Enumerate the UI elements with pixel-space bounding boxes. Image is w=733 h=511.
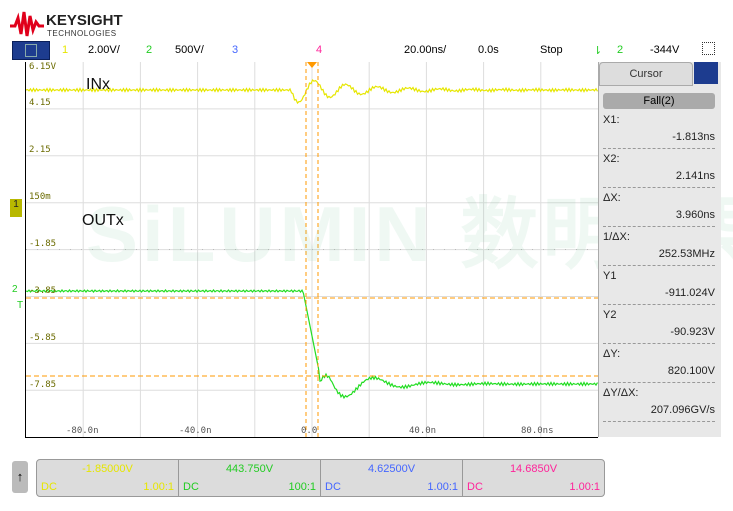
divider xyxy=(603,265,715,266)
ch1-scale[interactable]: 2.00V/ xyxy=(88,44,120,56)
expand-button[interactable]: ↑ xyxy=(12,461,28,493)
y-label: -3.85 xyxy=(29,286,57,296)
delay[interactable]: 0.0s xyxy=(478,44,499,56)
x-label: -80.0n xyxy=(66,426,99,436)
y-label: -7.85 xyxy=(29,380,57,390)
cursor-label: Y1 xyxy=(603,270,617,282)
divider xyxy=(603,187,715,188)
trigger-level-marker[interactable]: T xyxy=(17,300,23,311)
y-label: 2.15 xyxy=(29,145,51,155)
tab-cursor[interactable]: Cursor xyxy=(599,62,693,86)
cursor-mode-button[interactable]: Fall(2) xyxy=(603,93,715,109)
divider xyxy=(603,148,715,149)
x-label: -40.0n xyxy=(179,426,212,436)
run-state[interactable]: Stop xyxy=(540,44,563,56)
ch4-probe: 1.00:1 xyxy=(569,481,600,493)
divider xyxy=(603,382,715,383)
cursor-value: 252.53MHz xyxy=(658,248,715,260)
ch2-button[interactable]: 2 xyxy=(146,44,152,56)
tab-menu[interactable] xyxy=(694,62,718,84)
ch4-button[interactable]: 4 xyxy=(316,44,322,56)
y-label: -1.85 xyxy=(29,239,57,249)
zoom-select-icon[interactable] xyxy=(702,42,715,55)
ch1-offset: -1.85000V xyxy=(82,463,133,475)
cursor-label: Y2 xyxy=(603,309,617,321)
ch4-coupling: DC xyxy=(467,481,483,493)
trigger-level[interactable]: -344V xyxy=(650,44,679,56)
ch3-info[interactable]: 4.62500V DC 1.00:1 xyxy=(321,460,463,496)
divider xyxy=(603,343,715,344)
ch1-info[interactable]: -1.85000V DC 1.00:1 xyxy=(37,460,179,496)
cursor-label: 1/ΔX: xyxy=(603,231,630,243)
trigger-edge-icon: ⇂ xyxy=(593,45,603,57)
status-bar: 1 2.00V/ 2 500V/ 3 4 20.00ns/ 0.0s Stop … xyxy=(0,40,733,60)
waveform-display[interactable]: SiLUMIN 数明半导体 6.15V 4.15 2.15 150m -1.85… xyxy=(25,62,733,438)
cursor-value: 3.960ns xyxy=(675,209,715,221)
cursor-value: -90.923V xyxy=(670,326,715,338)
ch4-info[interactable]: 14.6850V DC 1.00:1 xyxy=(463,460,604,496)
cursor-value: -1.813ns xyxy=(672,131,715,143)
divider xyxy=(603,421,715,422)
arrow-up-icon: ↑ xyxy=(16,469,24,484)
ch3-button[interactable]: 3 xyxy=(232,44,238,56)
x-label: 80.0ns xyxy=(521,426,554,436)
ch2-ground-marker[interactable]: 2 xyxy=(12,284,18,295)
trigger-source[interactable]: 2 xyxy=(617,44,623,56)
cursor-label: ΔX: xyxy=(603,192,621,204)
ch3-offset: 4.62500V xyxy=(367,463,416,475)
ch1-button[interactable]: 1 xyxy=(62,44,68,56)
ch1-coupling: DC xyxy=(41,481,57,493)
timebase[interactable]: 20.00ns/ xyxy=(404,44,446,56)
ch2-coupling: DC xyxy=(183,481,199,493)
cursor-label: ΔY/ΔX: xyxy=(603,387,639,399)
cursor-value: 820.100V xyxy=(667,365,715,377)
annotation-outx: OUTx xyxy=(82,212,124,229)
x-label: 0.0 xyxy=(301,426,318,436)
ch3-probe: 1.00:1 xyxy=(427,481,458,493)
ch2-probe: 100:1 xyxy=(288,481,316,493)
y-label: 6.15V xyxy=(29,62,57,72)
ch2-offset: 443.750V xyxy=(225,463,274,475)
keysight-logo xyxy=(10,11,44,37)
y-label: -5.85 xyxy=(29,333,57,343)
cursor-label: ΔY: xyxy=(603,348,621,360)
cursor-panel: Cursor Fall(2) X1: -1.813ns X2: 2.141ns … xyxy=(598,62,721,437)
ch4-offset: 14.6850V xyxy=(509,463,558,475)
cursor-label: X1: xyxy=(603,114,620,126)
ch2-info[interactable]: 443.750V DC 100:1 xyxy=(179,460,321,496)
ch1-ground-marker[interactable]: 1 xyxy=(10,199,22,217)
divider xyxy=(603,304,715,305)
cursor-value: 207.096GV/s xyxy=(650,404,715,416)
cursor-value: -911.024V xyxy=(665,287,715,299)
trigger-position-marker[interactable] xyxy=(307,62,317,68)
cursor-value: 2.141ns xyxy=(675,170,715,182)
cursor-label: X2: xyxy=(603,153,620,165)
channel-info-bar: -1.85000V DC 1.00:1 443.750V DC 100:1 4.6250… xyxy=(36,459,605,497)
divider xyxy=(603,226,715,227)
y-label: 150m xyxy=(29,192,51,202)
brand-name: KEYSIGHT xyxy=(46,12,123,29)
brand-sub: TECHNOLOGIES xyxy=(47,29,117,38)
annotation-inx: INx xyxy=(86,76,110,93)
ch1-probe: 1.00:1 xyxy=(143,481,174,493)
ch3-coupling: DC xyxy=(325,481,341,493)
y-label: 4.15 xyxy=(29,98,51,108)
ch2-scale[interactable]: 500V/ xyxy=(175,44,204,56)
x-label: 40.0n xyxy=(409,426,437,436)
